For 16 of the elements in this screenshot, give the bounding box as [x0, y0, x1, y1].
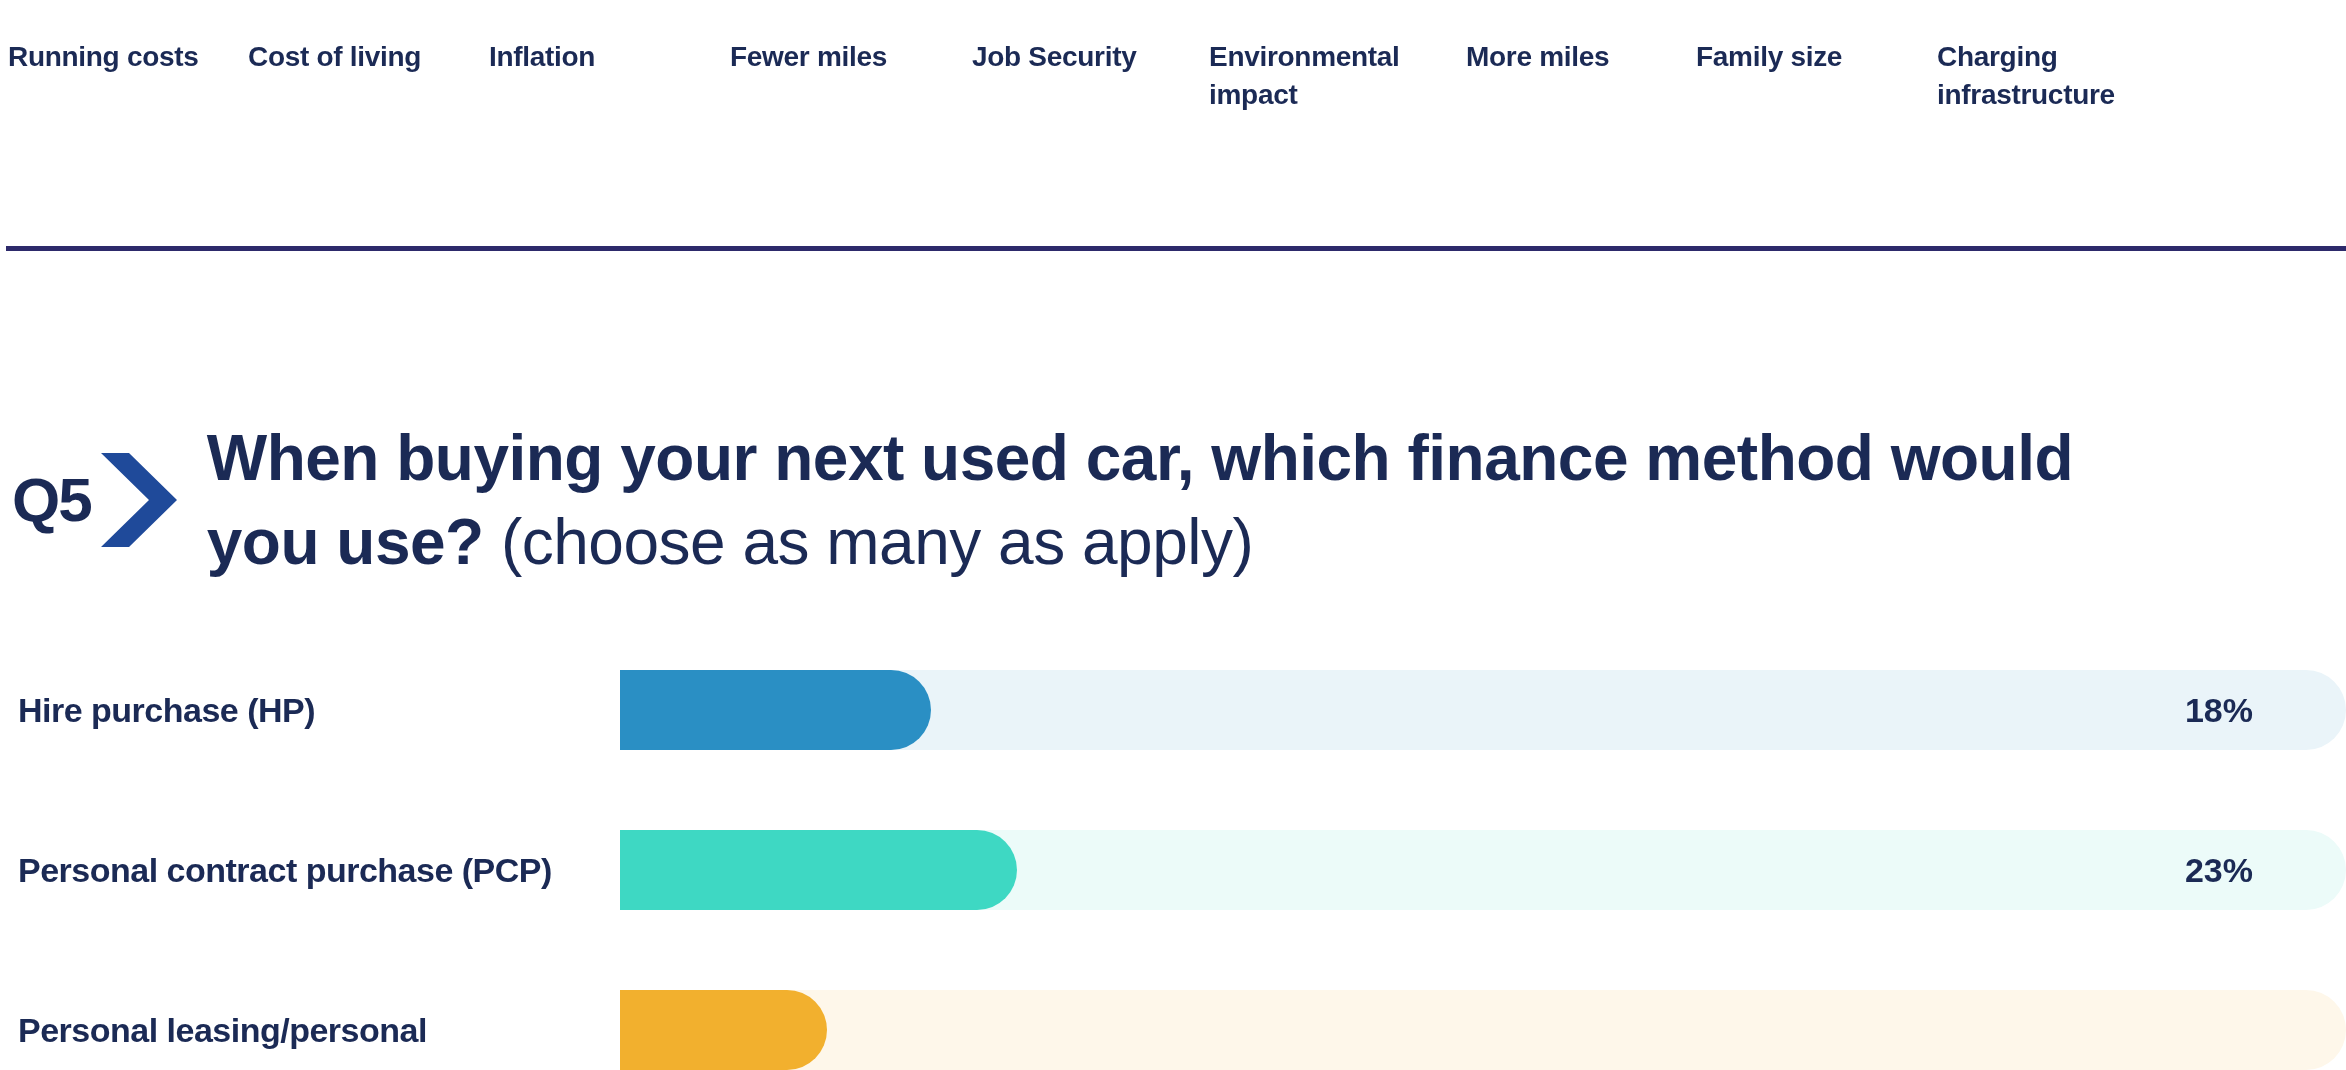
factor-label: Cost of living — [248, 40, 423, 74]
option-label: Hire purchase (HP) — [17, 690, 317, 731]
factor-label: Environmental impact — [1209, 40, 1401, 112]
option-label: Personal contract purchase (PCP) — [17, 850, 553, 891]
factor-label: Job Security — [972, 40, 1138, 74]
factor-label: Charging infrastructure — [1937, 40, 2116, 112]
option-label: Personal leasing/personal — [17, 1010, 428, 1051]
factor-label: Fewer miles — [730, 40, 888, 74]
percent-value: 23% — [2184, 850, 2253, 890]
factor-label: Inflation — [489, 40, 597, 74]
factor-label: Family size — [1696, 40, 1844, 74]
percent-value: 18% — [2184, 690, 2253, 730]
chevron-icon — [100, 453, 177, 547]
question-title: When buying your next used car, which finance method would you use? (choose as many as apply) — [206, 421, 2075, 580]
factor-label: Running costs — [8, 40, 200, 74]
factor-label: More miles — [1466, 40, 1611, 74]
